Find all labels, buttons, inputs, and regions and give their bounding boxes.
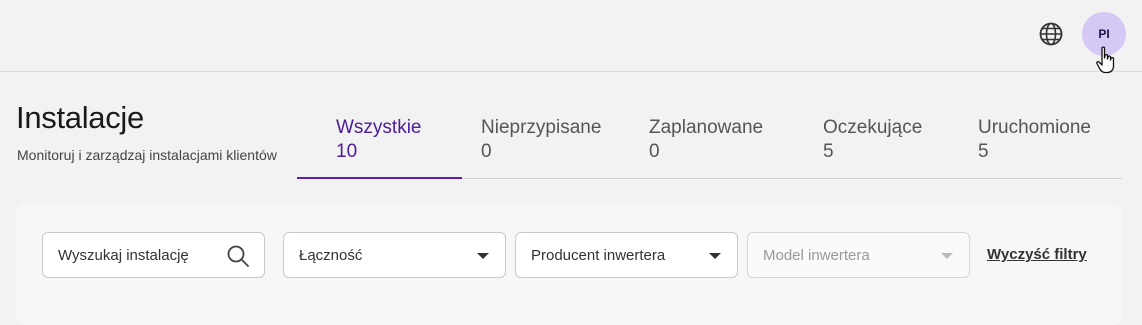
hand-cursor-icon [1096,46,1115,74]
globe-icon[interactable] [1038,21,1064,47]
tab-running[interactable]: Uruchomione 5 [939,116,1122,179]
chevron-down-icon [709,253,721,259]
inverter-producer-select[interactable]: Producent inwertera [515,232,738,278]
chevron-down-icon [941,253,953,259]
tab-count: 5 [978,141,989,162]
tab-count: 0 [649,141,660,162]
connectivity-select[interactable]: Łączność [283,232,506,278]
search-input[interactable] [58,246,218,264]
page-title: Instalacje [16,100,144,135]
search-field[interactable] [42,232,265,278]
inverter-model-select: Model inwertera [747,232,970,278]
user-initials: PI [1098,27,1110,41]
clear-filters-link[interactable]: Wyczyść filtry [987,246,1087,263]
search-icon[interactable] [226,244,250,268]
inverter-model-select-label: Model inwertera [763,246,870,264]
chevron-down-icon [477,253,489,259]
top-bar: PI [0,0,1142,74]
tab-label: Nieprzypisane [481,117,602,138]
tab-label: Oczekujące [823,117,923,138]
connectivity-select-label: Łączność [299,246,363,264]
tab-all[interactable]: Wszystkie 10 [297,116,462,179]
status-tabs: Wszystkie 10 Nieprzypisane 0 Zaplanowane… [297,116,1122,179]
tab-label: Zaplanowane [649,117,764,138]
tab-count: 0 [481,141,492,162]
tab-planned[interactable]: Zaplanowane 0 [610,116,780,179]
tab-count: 5 [823,141,834,162]
tab-label: Uruchomione [978,117,1091,138]
page-subtitle: Monitoruj i zarządzaj instalacjami klien… [17,147,277,163]
inverter-producer-select-label: Producent inwertera [531,246,666,264]
tab-pending[interactable]: Oczekujące 5 [784,116,934,179]
tab-unassigned[interactable]: Nieprzypisane 0 [442,116,622,179]
